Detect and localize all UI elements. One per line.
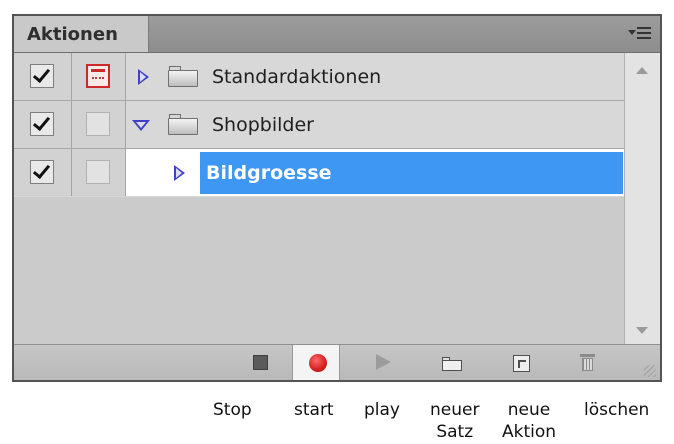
vertical-scrollbar[interactable] bbox=[624, 53, 660, 344]
tab-actions[interactable]: Aktionen bbox=[14, 16, 149, 52]
checkmark-icon bbox=[32, 64, 51, 84]
caption-delete: löschen bbox=[584, 400, 650, 420]
new-set-button[interactable] bbox=[427, 345, 475, 380]
stop-icon bbox=[253, 355, 268, 370]
checkmark-icon bbox=[32, 112, 51, 132]
actions-list: Standardaktionen Shopbilder Bildgroesse bbox=[14, 53, 624, 344]
scroll-down-icon[interactable] bbox=[636, 327, 648, 334]
toggle-item-checkbox[interactable] bbox=[30, 64, 54, 88]
play-icon bbox=[376, 354, 391, 370]
caption-new-set: neuer Satz bbox=[430, 400, 480, 442]
action-set-name: Shopbilder bbox=[212, 114, 314, 136]
toggle-item-checkbox[interactable] bbox=[30, 112, 54, 136]
new-action-icon bbox=[513, 355, 530, 372]
new-set-icon bbox=[442, 357, 462, 371]
caption-start: start bbox=[294, 400, 334, 420]
trash-icon bbox=[580, 354, 595, 371]
folder-icon bbox=[168, 65, 198, 87]
resize-grip-icon[interactable] bbox=[644, 365, 656, 377]
play-button[interactable] bbox=[359, 345, 407, 380]
new-action-button[interactable] bbox=[497, 345, 545, 380]
folder-icon bbox=[168, 113, 198, 135]
delete-button[interactable] bbox=[563, 345, 611, 380]
action-name: Bildgroesse bbox=[206, 162, 332, 184]
actions-toolbar bbox=[14, 344, 660, 380]
expand-triangle-icon[interactable] bbox=[174, 165, 185, 181]
collapse-triangle-icon[interactable] bbox=[132, 120, 150, 131]
checkmark-icon bbox=[32, 160, 51, 180]
list-item[interactable]: Standardaktionen bbox=[14, 53, 624, 101]
toggle-item-checkbox[interactable] bbox=[30, 160, 54, 184]
list-item[interactable]: Bildgroesse bbox=[14, 149, 624, 197]
caption-stop: Stop bbox=[213, 400, 252, 420]
actions-panel: Aktionen Standardaktionen Shopbilder Bil… bbox=[12, 14, 662, 382]
caption-play: play bbox=[364, 400, 400, 420]
stop-button[interactable] bbox=[236, 345, 284, 380]
record-button[interactable] bbox=[292, 345, 340, 380]
action-set-name: Standardaktionen bbox=[212, 66, 382, 88]
scroll-up-icon[interactable] bbox=[636, 67, 648, 74]
panel-tab-bar: Aktionen bbox=[14, 16, 660, 53]
caption-new-action: neue Aktion bbox=[502, 400, 557, 442]
panel-menu-icon[interactable] bbox=[628, 24, 652, 44]
toggle-dialog-icon[interactable] bbox=[86, 64, 110, 88]
list-empty-area[interactable] bbox=[14, 197, 624, 344]
toggle-dialog-icon[interactable] bbox=[86, 160, 110, 184]
list-item[interactable]: Shopbilder bbox=[14, 101, 624, 149]
toggle-dialog-icon[interactable] bbox=[86, 112, 110, 136]
record-icon bbox=[309, 354, 327, 372]
expand-triangle-icon[interactable] bbox=[138, 69, 149, 85]
